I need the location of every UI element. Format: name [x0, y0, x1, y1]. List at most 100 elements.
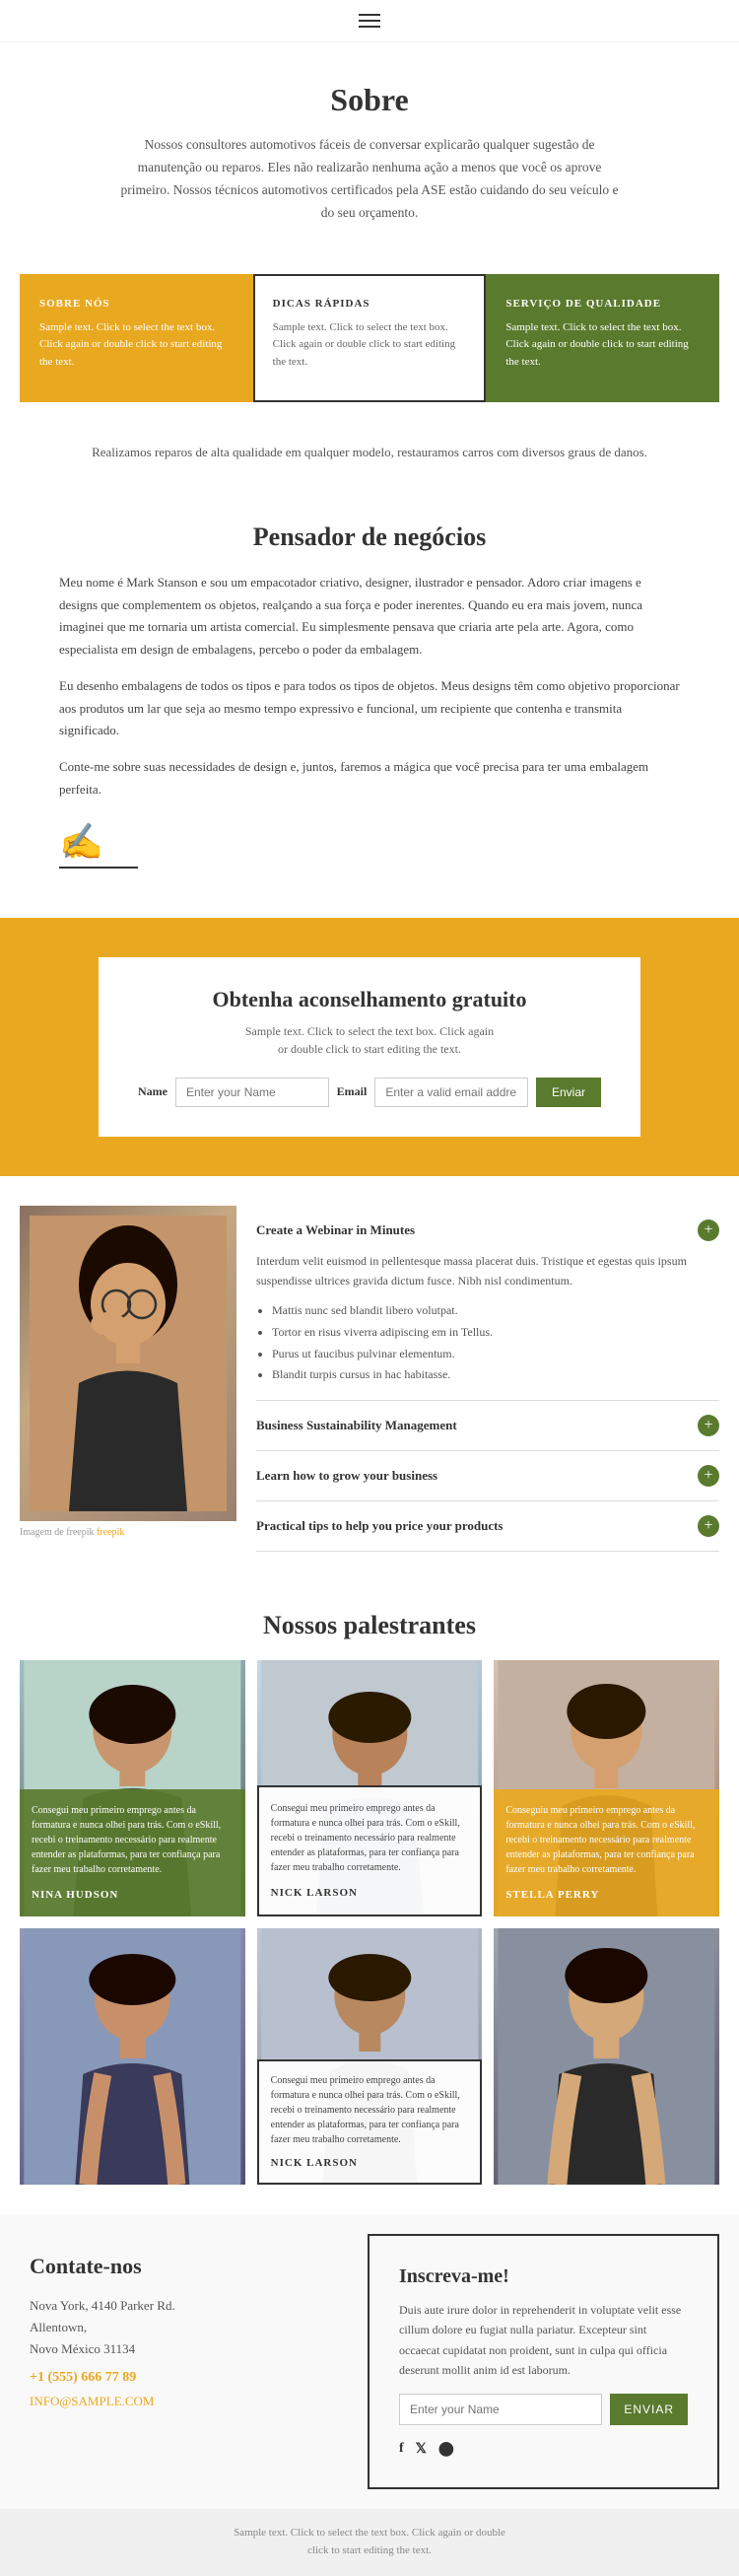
person-silhouette-icon [30, 1216, 227, 1511]
webinar-photo [20, 1206, 236, 1521]
speakers-section: Nossos palestrantes Consegui meu primeir… [0, 1581, 739, 2214]
webinar-item-1-body: Interdum velit euismod in pellentesque m… [256, 1251, 719, 1386]
speaker-photo-6 [494, 1928, 719, 2185]
card-sobre-nos: SOBRE NÓS Sample text. Click to select t… [20, 274, 253, 402]
card-title-1: SOBRE NÓS [39, 298, 234, 310]
consult-submit-button[interactable]: Enviar [536, 1078, 601, 1107]
nick-bio: Consegui meu primeiro emprego antes da f… [271, 1801, 469, 1875]
speaker-card-stella: Conseguiu meu primeiro emprego antes da … [494, 1660, 719, 1916]
bullet-1: Mattis nunc sed blandit libero volutpat. [272, 1300, 719, 1322]
facebook-icon[interactable]: f [399, 2441, 404, 2458]
footer-text: Sample text. Click to select the text bo… [234, 2527, 505, 2556]
speaker-overlay-nina: Consegui meu primeiro emprego antes da f… [20, 1789, 245, 1916]
signature-text: ✍ [59, 822, 103, 862]
subscribe-name-input[interactable] [399, 2394, 602, 2425]
card-text-1: Sample text. Click to select the text bo… [39, 319, 234, 372]
webinar-item-1-header[interactable]: Create a Webinar in Minutes + [256, 1219, 719, 1241]
subscribe-description: Duis aute irure dolor in reprehenderit i… [399, 2300, 688, 2381]
speaker4-silhouette-icon [20, 1928, 245, 2185]
business-para-3: Conte-me sobre suas necessidades de desi… [59, 756, 680, 801]
consult-name-label: Name [138, 1084, 168, 1099]
consult-box: Obtenha aconselhamento gratuito Sample t… [99, 957, 640, 1137]
webinar-item-1-bullets: Mattis nunc sed blandit libero volutpat.… [256, 1300, 719, 1385]
repairs-subtitle: Realizamos reparos de alta qualidade em … [0, 432, 739, 493]
speaker-photo-4 [20, 1928, 245, 2185]
footer-note: Sample text. Click to select the text bo… [0, 2509, 739, 2575]
speaker-card-6 [494, 1928, 719, 2185]
hamburger-menu[interactable] [359, 14, 380, 28]
hero-description: Nossos consultores automotivos fáceis de… [113, 134, 626, 225]
webinar-expand-icon-1[interactable]: + [698, 1219, 719, 1241]
card-text-2: Sample text. Click to select the text bo… [273, 319, 467, 372]
contact-title: Contate-nos [30, 2254, 318, 2279]
consult-email-input[interactable] [374, 1078, 528, 1107]
bullet-3: Purus ut faucibus pulvinar elementum. [272, 1344, 719, 1365]
bullet-4: Blandit turpis cursus in hac habitasse. [272, 1364, 719, 1386]
subscribe-col: Inscreva-me! Duis aute irure dolor in re… [368, 2234, 719, 2490]
webinar-item-2-header[interactable]: Business Sustainability Management + [256, 1415, 719, 1436]
card-title-2: DICAS RÁPIDAS [273, 298, 467, 310]
speaker6-silhouette-icon [494, 1928, 719, 2185]
speaker-card-nina: Consegui meu primeiro emprego antes da f… [20, 1660, 245, 1916]
navbar [0, 0, 739, 42]
contact-email[interactable]: INFO@SAMPLE.COM [30, 2394, 318, 2409]
webinar-expand-icon-2[interactable]: + [698, 1415, 719, 1436]
webinar-item-4: Practical tips to help you price your pr… [256, 1501, 719, 1552]
bottom-section: Contate-nos Nova York, 4140 Parker Rd. A… [0, 2214, 739, 2510]
consult-subtitle: Sample text. Click to select the text bo… [138, 1022, 601, 1058]
nina-name: NINA HUDSON [32, 1889, 118, 1901]
consult-title: Obtenha aconselhamento gratuito [138, 987, 601, 1012]
card-title-3: SERVIÇO DE QUALIDADE [505, 298, 700, 310]
webinar-item-2-title: Business Sustainability Management [256, 1418, 457, 1433]
consult-section: Obtenha aconselhamento gratuito Sample t… [0, 918, 739, 1176]
business-para-1: Meu nome é Mark Stanson e sou um empacot… [59, 572, 680, 661]
consult-email-label: Email [337, 1084, 368, 1099]
webinar-item-1-title: Create a Webinar in Minutes [256, 1222, 415, 1238]
contact-phone[interactable]: +1 (555) 666 77 89 [30, 2370, 318, 2386]
subscribe-form: ENVIAR [399, 2394, 688, 2425]
contact-address-2: Allentown, [30, 2317, 318, 2338]
webinar-expand-icon-4[interactable]: + [698, 1515, 719, 1537]
webinar-item-4-header[interactable]: Practical tips to help you price your pr… [256, 1515, 719, 1537]
speakers-title: Nossos palestrantes [20, 1611, 719, 1640]
twitter-icon[interactable]: 𝕏 [416, 2441, 427, 2458]
hero-section: Sobre Nossos consultores automotivos fác… [0, 42, 739, 244]
nick-name: NICK LARSON [271, 1887, 358, 1899]
webinar-expand-icon-3[interactable]: + [698, 1465, 719, 1487]
nina-bio: Consegui meu primeiro emprego antes da f… [32, 1803, 234, 1877]
card-text-3: Sample text. Click to select the text bo… [505, 319, 700, 372]
subscribe-submit-button[interactable]: ENVIAR [610, 2394, 688, 2425]
business-title: Pensador de negócios [59, 522, 680, 552]
contact-col: Contate-nos Nova York, 4140 Parker Rd. A… [0, 2214, 348, 2510]
webinar-section: Imagem de freepik freepik Create a Webin… [0, 1176, 739, 1581]
signature: ✍ [59, 821, 680, 869]
speaker-card-5: Consegui meu primeiro emprego antes da f… [257, 1928, 483, 2185]
business-para-2: Eu desenho embalagens de todos os tipos … [59, 675, 680, 742]
nick-bottom-name: NICK LARSON [271, 2157, 358, 2169]
stella-name: STELLA PERRY [505, 1889, 599, 1901]
webinar-item-1: Create a Webinar in Minutes + Interdum v… [256, 1206, 719, 1401]
instagram-icon[interactable]: ⬤ [438, 2441, 454, 2458]
speaker-overlay-stella: Conseguiu meu primeiro emprego antes da … [494, 1789, 719, 1916]
webinar-item-3-title: Learn how to grow your business [256, 1468, 437, 1484]
business-section: Pensador de negócios Meu nome é Mark Sta… [0, 493, 739, 918]
webinar-image-col: Imagem de freepik freepik [20, 1206, 236, 1538]
webinar-item-1-text: Interdum velit euismod in pellentesque m… [256, 1251, 719, 1291]
page-title: Sobre [79, 82, 660, 118]
card-servico: SERVIÇO DE QUALIDADE Sample text. Click … [486, 274, 719, 402]
webinar-item-2: Business Sustainability Management + [256, 1401, 719, 1451]
speaker-overlay-nick: Consegui meu primeiro emprego antes da f… [257, 1785, 483, 1916]
webinar-item-4-title: Practical tips to help you price your pr… [256, 1518, 504, 1534]
image-credit: Imagem de freepik freepik [20, 1527, 236, 1538]
nick-bottom-bio: Consegui meu primeiro emprego antes da f… [271, 2073, 469, 2147]
contact-address-1: Nova York, 4140 Parker Rd. [30, 2295, 318, 2317]
cards-container: SOBRE NÓS Sample text. Click to select t… [20, 274, 719, 402]
consult-name-input[interactable] [175, 1078, 329, 1107]
webinar-item-3-header[interactable]: Learn how to grow your business + [256, 1465, 719, 1487]
subscribe-title: Inscreva-me! [399, 2265, 688, 2288]
speaker-card-nick: Consegui meu primeiro emprego antes da f… [257, 1660, 483, 1916]
speaker-overlay-nick-bottom: Consegui meu primeiro emprego antes da f… [257, 2059, 483, 2185]
speaker-card-4 [20, 1928, 245, 2185]
bullet-2: Tortor en risus viverra adipiscing em in… [272, 1322, 719, 1344]
webinar-item-3: Learn how to grow your business + [256, 1451, 719, 1501]
